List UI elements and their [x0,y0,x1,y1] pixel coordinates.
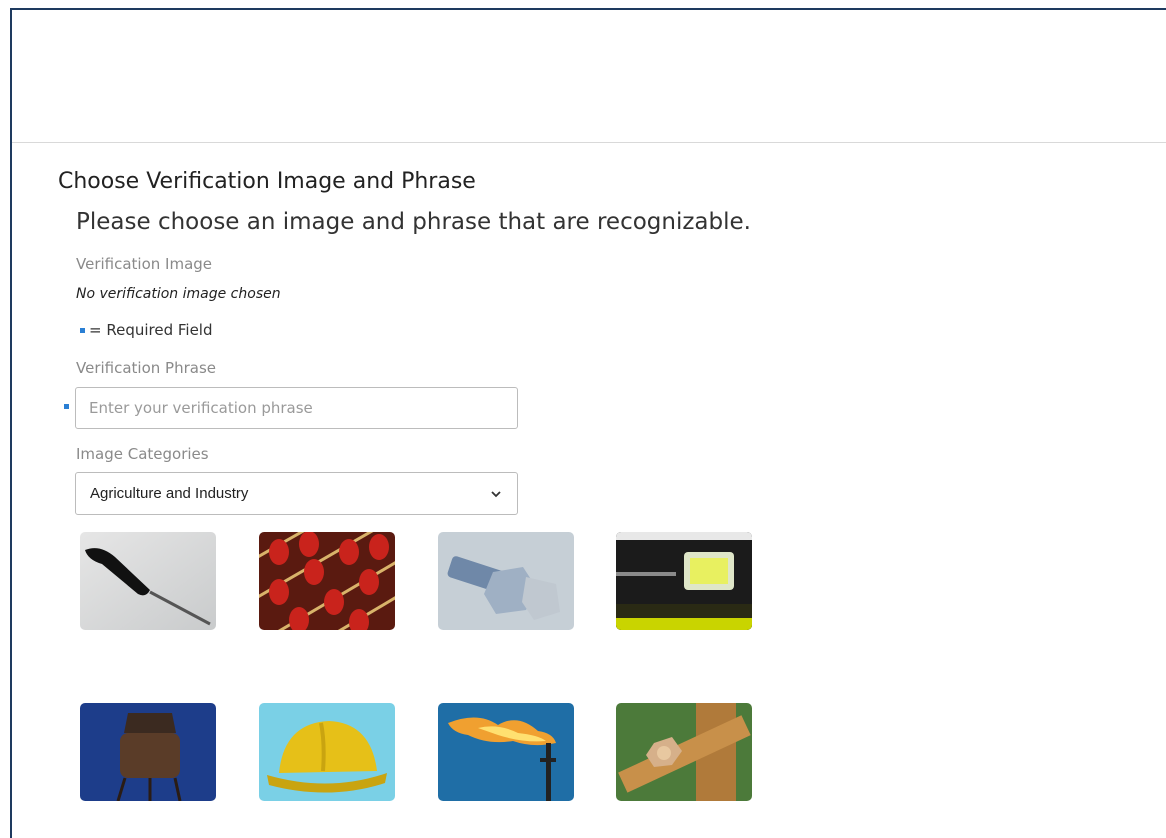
chevron-down-icon [491,490,501,497]
spirit-level-image [616,532,752,630]
page-subtitle: Please choose an image and phrase that a… [76,209,751,235]
image-option-spirit-level[interactable] [616,532,752,630]
bolt-and-nut-image [438,532,574,630]
image-option-abacus[interactable] [259,532,395,630]
image-option-bolted-beam[interactable] [616,703,752,801]
image-categories-label: Image Categories [76,445,209,463]
bolted-beam-image [616,703,752,801]
required-marker-icon [80,327,85,333]
image-option-bolt-and-nut[interactable] [438,532,574,630]
screwdriver-image [80,532,216,630]
required-marker-icon [64,404,69,409]
header-area [12,10,1166,142]
verification-image-label: Verification Image [76,255,213,273]
image-option-hard-hat[interactable] [259,703,395,801]
image-option-water-tower[interactable] [80,703,216,801]
section-title: Choose Verification Image and Phrase [58,169,476,194]
gas-flare-image [438,703,574,801]
hard-hat-image [259,703,395,801]
required-field-note: = Required Field [80,321,213,339]
water-tower-image [80,703,216,801]
verification-phrase-label: Verification Phrase [76,359,217,377]
image-categories-selected: Agriculture and Industry [90,485,249,502]
image-categories-select[interactable]: Agriculture and Industry [75,472,518,515]
abacus-image [259,532,395,630]
verification-phrase-input[interactable] [75,387,518,429]
required-field-text: = Required Field [89,321,213,339]
header-divider [12,142,1166,143]
image-option-screwdriver[interactable] [80,532,216,630]
verification-image-status: No verification image chosen [76,286,281,302]
image-option-gas-flare[interactable] [438,703,574,801]
